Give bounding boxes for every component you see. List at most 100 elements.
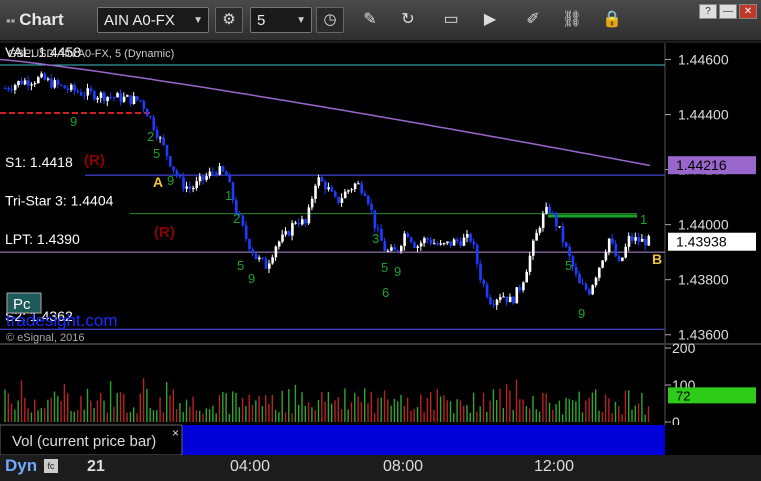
candle-body [512,296,515,304]
candle-body [208,171,212,177]
candle-body [400,246,403,252]
candle-body [30,84,33,86]
candle-body [116,93,119,98]
candle-body [456,239,459,241]
pencil-icon[interactable]: ✎ [358,9,382,31]
candle-body [228,175,231,183]
symbol-value: AIN A0-FX [104,12,175,29]
candle-body [221,166,225,172]
gear-icon[interactable]: ⚙ [215,7,243,33]
candle-body [449,241,453,246]
candle-body [588,289,591,295]
minimize-button[interactable]: — [719,4,737,19]
chart-title-text: Chart [19,10,64,29]
chevron-down-icon[interactable]: ▼ [193,8,203,34]
candle-body [195,181,198,189]
chart-area[interactable]: 1.446001.444001.442001.440001.438001.436… [0,40,761,455]
clock-icon[interactable]: ◷ [316,7,344,33]
candle-body [149,116,152,118]
candle-body [192,188,195,190]
study-icon[interactable]: ▭ [439,9,463,31]
candle-body [301,219,304,225]
candle-body [205,176,208,180]
candle-body [380,228,383,241]
toolbar: ▪▪ Chart AIN A0-FX ▼ ⚙ 5 ▼ ◷ ✎ ↻ ▭ ▶ ✐ ⛓ 🔒 … [0,0,761,41]
candle-body [27,80,30,86]
candle-body [119,93,123,102]
candle-body [607,238,611,253]
candle-body [4,88,7,90]
price-axis[interactable] [665,43,761,343]
dyn-label[interactable]: Dyn [5,456,37,476]
candle-body [426,238,429,240]
candle-body [561,226,565,243]
candle-body [56,80,60,85]
candle-body [215,172,218,175]
candle-body [343,191,347,199]
level-label: Tri-Star 3: 1.4404 [5,193,114,209]
candle-body [598,267,601,278]
candle-body [446,241,449,244]
link-icon[interactable]: ⛓ [560,9,584,31]
vol-panel-label: Vol (current price bar) [12,433,156,450]
level-label: LPT: 1.4390 [5,231,80,247]
candle-body [409,237,413,243]
candle-body [594,277,598,286]
candle-body [551,212,555,214]
candle-body [251,249,255,254]
candle-body [403,233,406,247]
candle-body [182,176,185,189]
volume-tick-label: 200 [672,340,696,356]
candle-body [122,96,126,102]
candle-body [268,263,271,269]
candle-body [327,187,330,190]
candle-body [634,237,637,241]
fc-icon[interactable]: fc [44,459,58,473]
candle-body [386,250,390,252]
setup-count-marker: 6 [382,285,389,300]
candle-body [396,250,400,252]
volume-panel[interactable] [0,345,665,425]
price-tick-label: 1.44400 [678,107,729,123]
candle-body [258,257,261,260]
close-icon[interactable]: × [172,426,179,440]
candle-body [601,260,604,268]
lock-icon[interactable]: 🔒 [600,9,624,31]
candle-body [83,95,86,97]
candle-body [281,234,284,242]
candle-body [126,95,129,97]
candle-body [502,296,505,298]
candle-body [294,222,297,224]
candle-body [165,144,169,157]
point-a-marker: A [153,174,163,190]
candle-body [373,210,377,229]
refresh-icon[interactable]: ↻ [396,9,420,31]
candle-body [492,304,495,306]
candle-body [96,97,99,100]
candle-body [558,226,561,228]
symbol-input[interactable]: AIN A0-FX ▼ [97,7,209,33]
interval-input[interactable]: 5 ▼ [250,7,312,33]
candle-body [264,258,268,269]
play-icon[interactable]: ▶ [478,9,502,31]
candle-body [198,176,202,182]
candle-body [413,242,416,248]
candle-body [459,240,462,246]
edit-icon[interactable]: ✐ [521,9,545,31]
candle-body [505,296,509,303]
candle-body [495,299,499,306]
candle-body [485,284,489,297]
candle-body [515,287,519,304]
candle-body [475,244,479,264]
candle-body [76,90,80,93]
help-button[interactable]: ? [699,4,717,19]
chevron-down-icon[interactable]: ▼ [296,8,306,34]
candle-body [99,92,103,98]
candle-body [89,88,93,92]
candle-body [162,137,165,145]
candle-body [53,80,57,88]
close-button[interactable]: ✕ [739,4,757,19]
candle-body [611,238,614,244]
candle-body [416,246,420,248]
candle-body [390,247,393,251]
